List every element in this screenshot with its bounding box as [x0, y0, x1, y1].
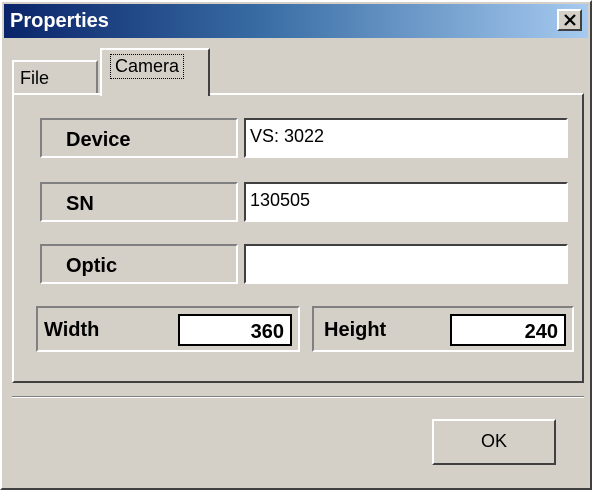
tab-camera[interactable]: Camera — [100, 48, 210, 96]
height-label: Height — [324, 319, 387, 341]
optic-label: Optic — [66, 255, 118, 277]
tab-file-label: File — [20, 68, 50, 88]
ok-button[interactable]: OK — [432, 419, 556, 465]
width-label: Width — [44, 319, 100, 341]
sn-field[interactable]: 130505 — [244, 182, 568, 222]
device-field[interactable]: VS: 3022 — [244, 118, 568, 158]
properties-dialog: Properties File Camera Device VS: 3022 S… — [0, 0, 592, 490]
height-field[interactable]: 240 — [450, 314, 566, 346]
tab-file[interactable]: File — [12, 60, 98, 93]
optic-field[interactable] — [244, 244, 568, 284]
separator — [12, 396, 584, 398]
sn-label-box: SN — [40, 182, 238, 222]
optic-label-box: Optic — [40, 244, 238, 284]
width-field[interactable]: 360 — [178, 314, 292, 346]
sn-label: SN — [66, 193, 94, 215]
title-bar[interactable]: Properties — [4, 4, 588, 38]
tab-camera-label: Camera — [110, 54, 185, 79]
close-icon — [564, 14, 576, 26]
close-button[interactable] — [557, 9, 582, 31]
device-label: Device — [66, 129, 131, 151]
device-label-box: Device — [40, 118, 238, 158]
window-title: Properties — [10, 10, 109, 32]
